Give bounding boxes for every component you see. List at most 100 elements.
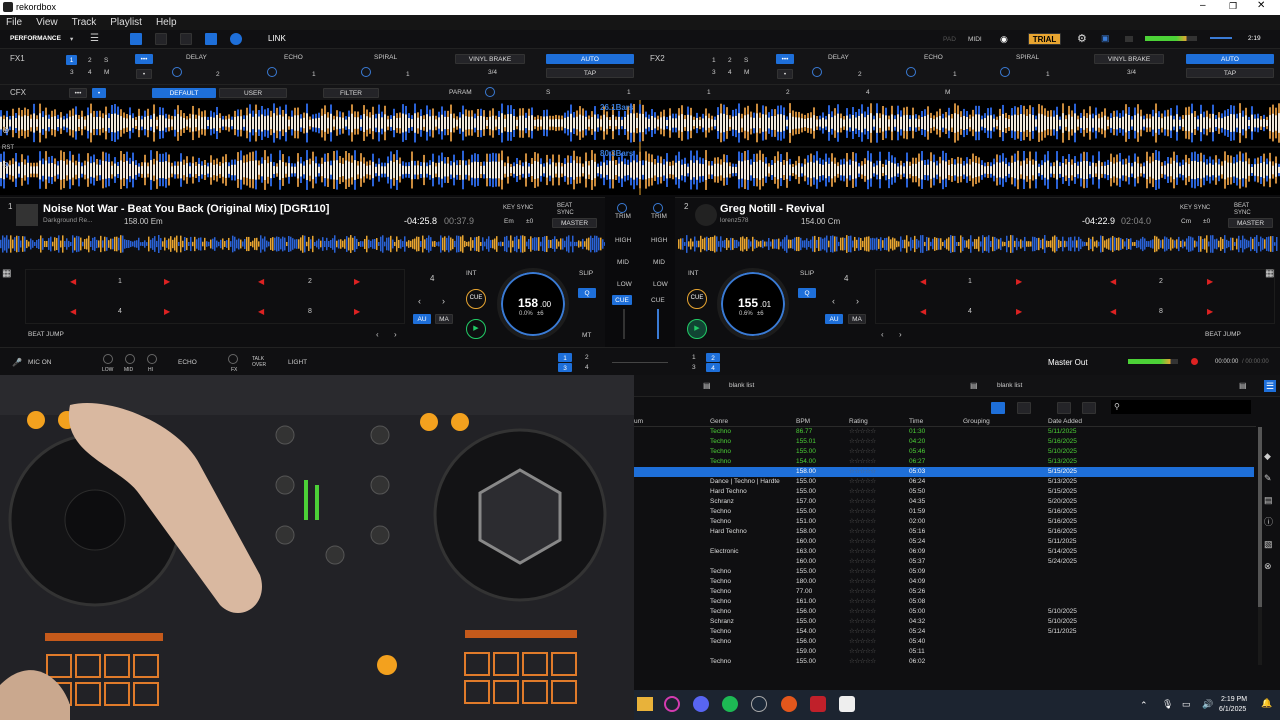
tab-3-icon[interactable]: ▤	[1239, 381, 1247, 390]
mic-on-label[interactable]: MIC ON	[28, 359, 51, 366]
layout-icon[interactable]: ☰	[90, 33, 99, 44]
fx2-effect-2[interactable]: ECHO	[924, 54, 943, 61]
table-row[interactable]: Techno 155.00 06:02 ☆☆☆☆☆	[634, 657, 1254, 665]
deck2-ma-button[interactable]: MA	[848, 314, 866, 324]
deck-select-4[interactable]: 4	[585, 364, 589, 371]
deck-select-2[interactable]: 2	[585, 354, 589, 361]
view-mode-3[interactable]	[1057, 402, 1071, 414]
col-grouping[interactable]: Grouping	[963, 418, 990, 425]
deck1-hotcue-8-next[interactable]: ▶	[354, 307, 360, 316]
cell-rating[interactable]: ☆☆☆☆☆	[849, 507, 876, 517]
ch1-fader[interactable]	[623, 309, 625, 339]
list-view-icon[interactable]: ☰	[1264, 380, 1276, 392]
menu-track[interactable]: Track	[72, 17, 97, 28]
deck1-loop-back[interactable]: ‹	[418, 296, 421, 306]
deck-select-4b[interactable]: 4	[706, 363, 720, 372]
cell-rating[interactable]: ☆☆☆☆☆	[849, 627, 876, 637]
fx1-ch-4[interactable]: 4	[88, 69, 92, 76]
opera-icon[interactable]	[664, 696, 680, 712]
info-icon[interactable]: ⓘ	[1264, 511, 1278, 533]
deck-select-2b[interactable]: 2	[706, 353, 720, 362]
taskbar-date[interactable]: 6/1/2025	[1219, 706, 1246, 713]
fx1-tap-button[interactable]: TAP	[546, 68, 634, 78]
deck2-overview-waveform[interactable]	[678, 233, 1278, 255]
master-out-select[interactable]: Master Out	[1048, 358, 1088, 367]
record-icon[interactable]: ◉	[1000, 34, 1008, 45]
fx1-ch-s[interactable]: S	[104, 57, 108, 64]
deck2-hotcue-4-next[interactable]: ▶	[1016, 307, 1022, 316]
taskbar-time[interactable]: 2:19 PM	[1221, 696, 1247, 703]
playlist-icon[interactable]: ▤	[1264, 489, 1278, 511]
deck1-hotcue-4[interactable]: 4	[118, 308, 122, 315]
deck2-hotcue-4[interactable]: 4	[968, 308, 972, 315]
deck2-int[interactable]: INT	[688, 270, 698, 277]
deck1-key-sync[interactable]: KEY SYNC	[503, 205, 533, 211]
deck1-beat-sync[interactable]: BEAT SYNC	[557, 203, 577, 217]
cfx-param-knob[interactable]	[485, 87, 495, 97]
chevron-down-icon[interactable]: ▾	[70, 35, 73, 43]
fx2-ch-4[interactable]: 4	[728, 69, 732, 76]
cell-rating[interactable]: ☆☆☆☆☆	[849, 547, 876, 557]
waveform-area[interactable]: 26.1Bars 80.3Bars ⊕ RST ⊖	[0, 100, 1280, 195]
fx2-effect-1[interactable]: DELAY	[828, 54, 849, 61]
fx2-ch-s[interactable]: S	[744, 57, 748, 64]
fx1-more-button[interactable]: •••	[135, 54, 153, 64]
fx1-knob-1[interactable]	[172, 67, 182, 77]
mic-mid-knob[interactable]	[125, 354, 135, 364]
table-row[interactable]: Techno 155.00 01:59 5/16/2025 ☆☆☆☆☆	[634, 507, 1254, 517]
deck1-slip[interactable]: SLIP	[579, 270, 593, 277]
display-icon[interactable]: ▣	[1101, 33, 1110, 44]
cell-rating[interactable]: ☆☆☆☆☆	[849, 487, 876, 497]
zoom-out-icon[interactable]: ⊖	[2, 160, 10, 171]
scrollbar[interactable]	[1258, 427, 1262, 665]
fx2-vinyl-brake[interactable]: VINYL BRAKE	[1094, 54, 1164, 64]
volume-icon[interactable]: 🔊	[1202, 699, 1213, 710]
deck2-hotcue-2-prev[interactable]: ◀	[1110, 277, 1116, 286]
table-row[interactable]: Techno 155.00 05:46 5/10/2025 ☆☆☆☆☆	[634, 447, 1254, 457]
ch1-trim-knob[interactable]	[617, 203, 627, 213]
table-row[interactable]: Schranz 155.00 04:32 5/10/2025 ☆☆☆☆☆	[634, 617, 1254, 627]
menu-file[interactable]: File	[6, 17, 22, 28]
tab-1-label[interactable]: blank list	[729, 382, 754, 389]
table-row[interactable]: Techno 155.00 05:09 ☆☆☆☆☆	[634, 567, 1254, 577]
zoom-in-icon[interactable]: ⊕	[2, 125, 10, 136]
mic-icon[interactable]: 🎤	[12, 358, 22, 367]
rst-button[interactable]: RST	[2, 145, 14, 151]
table-row[interactable]: Schranz 157.00 04:35 5/20/2025 ☆☆☆☆☆	[634, 497, 1254, 507]
cfx-user-tab[interactable]: USER	[219, 88, 287, 98]
deck1-overview-waveform[interactable]	[0, 233, 605, 255]
fx1-effect-1[interactable]: DELAY	[186, 54, 207, 61]
table-row[interactable]: Hard Techno 155.00 05:50 5/15/2025 ☆☆☆☆☆	[634, 487, 1254, 497]
notification-icon[interactable]: 🔔	[1261, 698, 1272, 709]
deck2-hotcue-2-next[interactable]: ▶	[1207, 277, 1213, 286]
app-red-icon[interactable]	[810, 696, 826, 712]
deck1-cue-button[interactable]: CUE	[466, 289, 486, 309]
deck1-hotcue-4-next[interactable]: ▶	[164, 307, 170, 316]
fx1-vinyl-brake[interactable]: VINYL BRAKE	[455, 54, 525, 64]
crossfader[interactable]	[612, 362, 668, 363]
table-row[interactable]: Techno 151.00 02:00 5/16/2025 ☆☆☆☆☆	[634, 517, 1254, 527]
cell-rating[interactable]: ☆☆☆☆☆	[849, 457, 876, 467]
tab-1-icon[interactable]: ▤	[703, 381, 711, 390]
cell-rating[interactable]: ☆☆☆☆☆	[849, 447, 876, 457]
mic-hi-knob[interactable]	[147, 354, 157, 364]
fx2-knob-3[interactable]	[1000, 67, 1010, 77]
fx2-auto-button[interactable]: AUTO	[1186, 54, 1274, 64]
app-orange-icon[interactable]	[781, 696, 797, 712]
cell-rating[interactable]: ☆☆☆☆☆	[849, 537, 876, 547]
col-genre[interactable]: Genre	[710, 418, 728, 425]
network-icon[interactable]: ▭	[1182, 699, 1191, 710]
deck1-int[interactable]: INT	[466, 270, 476, 277]
light-select[interactable]: LIGHT	[288, 359, 307, 366]
cfx-more-button[interactable]: •••	[69, 88, 87, 98]
view-1-icon[interactable]	[130, 33, 142, 45]
cell-rating[interactable]: ☆☆☆☆☆	[849, 517, 876, 527]
fx1-ch-1[interactable]: 1	[66, 55, 77, 65]
minimize-icon[interactable]: –	[1200, 0, 1206, 11]
deck1-hotcue-8-prev[interactable]: ◀	[258, 307, 264, 316]
menu-view[interactable]: View	[36, 17, 58, 28]
deck1-jump-fwd[interactable]: ›	[394, 330, 397, 339]
deck1-au-button[interactable]: AU	[413, 314, 431, 324]
cfx-filter-button[interactable]: FILTER	[323, 88, 379, 98]
deck1-master-button[interactable]: MASTER	[552, 218, 597, 228]
